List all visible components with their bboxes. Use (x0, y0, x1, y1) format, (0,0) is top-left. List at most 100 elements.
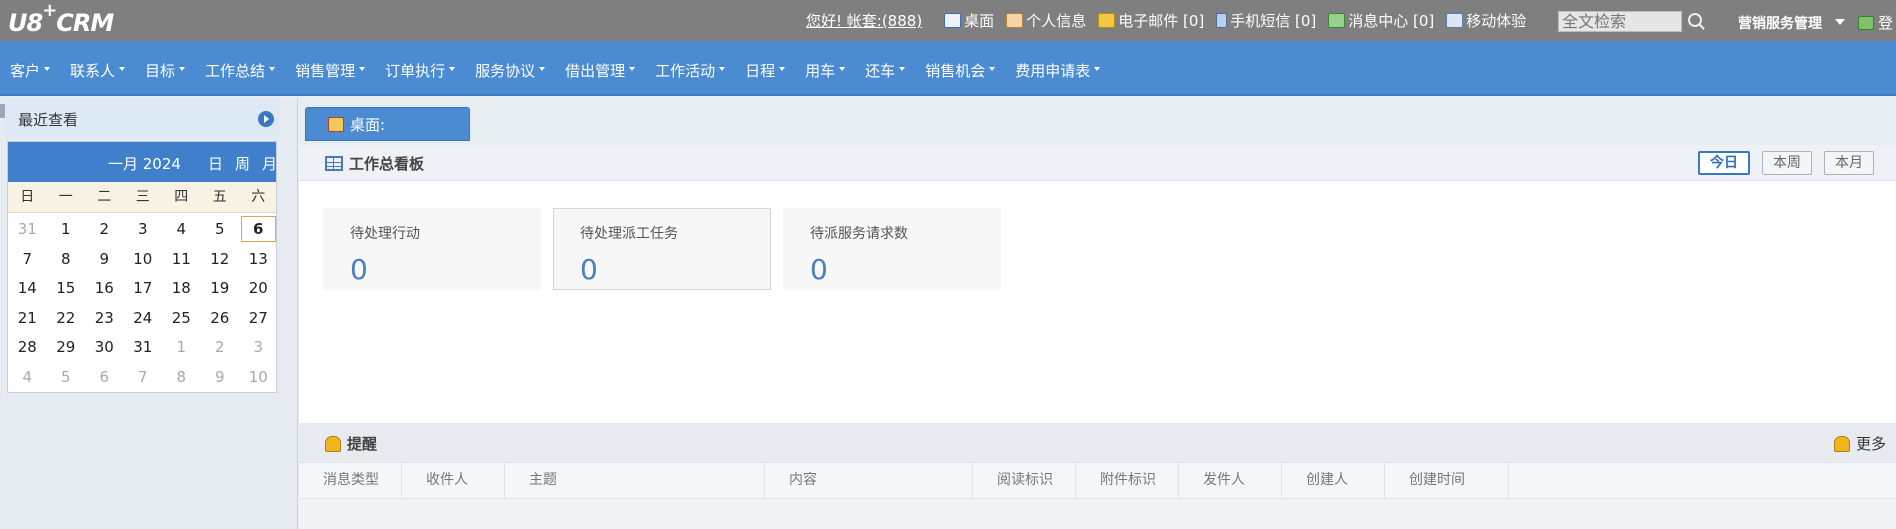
top-link-sms[interactable]: 手机短信 [0] (1216, 10, 1316, 31)
calendar-day[interactable]: 1 (47, 215, 86, 245)
kpi-card[interactable]: 待处理派工任务 0 (553, 208, 771, 290)
calendar-day[interactable]: 4 (162, 215, 201, 245)
menu-item[interactable]: 日程 (745, 60, 786, 81)
calendar-day[interactable]: 29 (47, 333, 86, 363)
calendar-day[interactable]: 26 (201, 304, 240, 334)
calendar-day[interactable]: 21 (8, 304, 47, 334)
account-greeting[interactable]: 您好! 帐套:(888) (806, 10, 922, 31)
column-header[interactable]: 主题 (505, 463, 765, 498)
app-logo: U8+CRM (8, 0, 114, 37)
calendar-day[interactable]: 3 (124, 215, 163, 245)
calendar-day[interactable]: 30 (85, 333, 124, 363)
menu-item[interactable]: 目标 (145, 60, 186, 81)
calendar-day[interactable]: 24 (124, 304, 163, 334)
calendar-day[interactable]: 7 (124, 363, 163, 393)
calendar-day[interactable]: 12 (201, 245, 240, 275)
search-icon[interactable] (1688, 13, 1702, 27)
logout-button[interactable]: 登 (1858, 12, 1893, 33)
calendar-day[interactable]: 8 (47, 245, 86, 275)
period-button[interactable]: 今日 (1698, 151, 1750, 175)
role-selector[interactable]: 营销服务管理 (1738, 13, 1822, 33)
column-header[interactable]: 消息类型 (299, 463, 402, 498)
top-link-messages[interactable]: 消息中心 [0] (1328, 10, 1434, 31)
reminder-more-link[interactable]: 更多 (1833, 433, 1886, 454)
chevron-down-icon[interactable] (1835, 19, 1845, 25)
calendar-day[interactable]: 11 (162, 245, 201, 275)
calendar-day[interactable]: 9 (85, 245, 124, 275)
top-bar: U8+CRM 您好! 帐套:(888) 桌面 个人信息 电子邮件 [0] 手机短… (0, 0, 1896, 41)
calendar-day[interactable]: 22 (47, 304, 86, 334)
calendar-mode-day[interactable]: 日 (208, 153, 223, 174)
menu-item[interactable]: 订单执行 (385, 60, 456, 81)
column-header[interactable]: 创建人 (1282, 463, 1385, 498)
menu-item[interactable]: 借出管理 (565, 60, 636, 81)
menu-item[interactable]: 工作总结 (205, 60, 276, 81)
menu-item-label: 服务协议 (475, 62, 536, 80)
top-link-desktop[interactable]: 桌面 (944, 10, 994, 31)
search-input[interactable] (1558, 11, 1682, 32)
calendar-day[interactable]: 9 (201, 363, 240, 393)
calendar-day[interactable]: 23 (85, 304, 124, 334)
calendar-day[interactable]: 5 (47, 363, 86, 393)
calendar-mode-month[interactable]: 月 (262, 153, 277, 174)
column-header[interactable]: 阅读标识 (973, 463, 1076, 498)
menu-item[interactable]: 还车 (865, 60, 906, 81)
kpi-card-value[interactable]: 0 (810, 253, 828, 286)
kpi-card[interactable]: 待处理行动 0 (323, 208, 541, 290)
menu-item[interactable]: 服务协议 (475, 60, 546, 81)
column-header[interactable]: 收件人 (402, 463, 505, 498)
calendar-day[interactable]: 10 (239, 363, 278, 393)
column-header[interactable]: 附件标识 (1076, 463, 1179, 498)
calendar-mode-week[interactable]: 周 (235, 153, 250, 174)
calendar-day[interactable]: 2 (201, 333, 240, 363)
top-link-email[interactable]: 电子邮件 [0] (1098, 10, 1204, 31)
caret-down-icon (839, 67, 846, 71)
menu-item[interactable]: 费用申请表 (1015, 60, 1101, 81)
period-button[interactable]: 本周 (1762, 151, 1812, 175)
calendar-day[interactable]: 18 (162, 274, 201, 304)
caret-down-icon (899, 67, 906, 71)
calendar-day[interactable]: 20 (239, 274, 278, 304)
calendar-day[interactable]: 1 (162, 333, 201, 363)
column-header[interactable]: 内容 (765, 463, 973, 498)
kpi-card-value[interactable]: 0 (350, 253, 368, 286)
menu-item[interactable]: 销售管理 (295, 60, 366, 81)
calendar-day[interactable]: 19 (201, 274, 240, 304)
column-header[interactable]: 创建时间 (1385, 463, 1509, 498)
calendar-day[interactable]: 8 (162, 363, 201, 393)
tab-desktop[interactable]: 桌面: (305, 107, 470, 141)
calendar-day[interactable]: 4 (8, 363, 47, 393)
calendar-day[interactable]: 14 (8, 274, 47, 304)
calendar-day[interactable]: 17 (124, 274, 163, 304)
kpi-card[interactable]: 待派服务请求数 0 (783, 208, 1001, 290)
recent-viewed-header[interactable]: 最近查看 (6, 98, 280, 138)
menu-item[interactable]: 客户 (10, 60, 51, 81)
calendar-day[interactable]: 5 (201, 215, 240, 245)
arrow-right-icon[interactable] (258, 111, 274, 127)
period-button[interactable]: 本月 (1824, 151, 1874, 175)
top-link-profile[interactable]: 个人信息 (1006, 10, 1086, 31)
calendar-day[interactable]: 3 (239, 333, 278, 363)
menu-item-label: 客户 (10, 62, 41, 80)
menu-item[interactable]: 工作活动 (655, 60, 726, 81)
calendar-day[interactable]: 2 (85, 215, 124, 245)
calendar-day-today[interactable]: 6 (241, 216, 276, 242)
kpi-card-value[interactable]: 0 (580, 253, 598, 286)
calendar-day[interactable]: 6 (85, 363, 124, 393)
collapse-handle[interactable] (0, 104, 5, 118)
calendar-day[interactable]: 25 (162, 304, 201, 334)
calendar-day[interactable]: 7 (8, 245, 47, 275)
menu-item[interactable]: 用车 (805, 60, 846, 81)
calendar-day[interactable]: 31 (124, 333, 163, 363)
calendar-day[interactable]: 10 (124, 245, 163, 275)
calendar-day[interactable]: 27 (239, 304, 278, 334)
calendar-day[interactable]: 15 (47, 274, 86, 304)
menu-item[interactable]: 销售机会 (925, 60, 996, 81)
column-header[interactable]: 发件人 (1179, 463, 1282, 498)
menu-item[interactable]: 联系人 (70, 60, 126, 81)
calendar-day[interactable]: 31 (8, 215, 47, 245)
calendar-day[interactable]: 13 (239, 245, 278, 275)
calendar-day[interactable]: 16 (85, 274, 124, 304)
calendar-day[interactable]: 28 (8, 333, 47, 363)
top-link-mobile[interactable]: 移动体验 (1446, 10, 1526, 31)
